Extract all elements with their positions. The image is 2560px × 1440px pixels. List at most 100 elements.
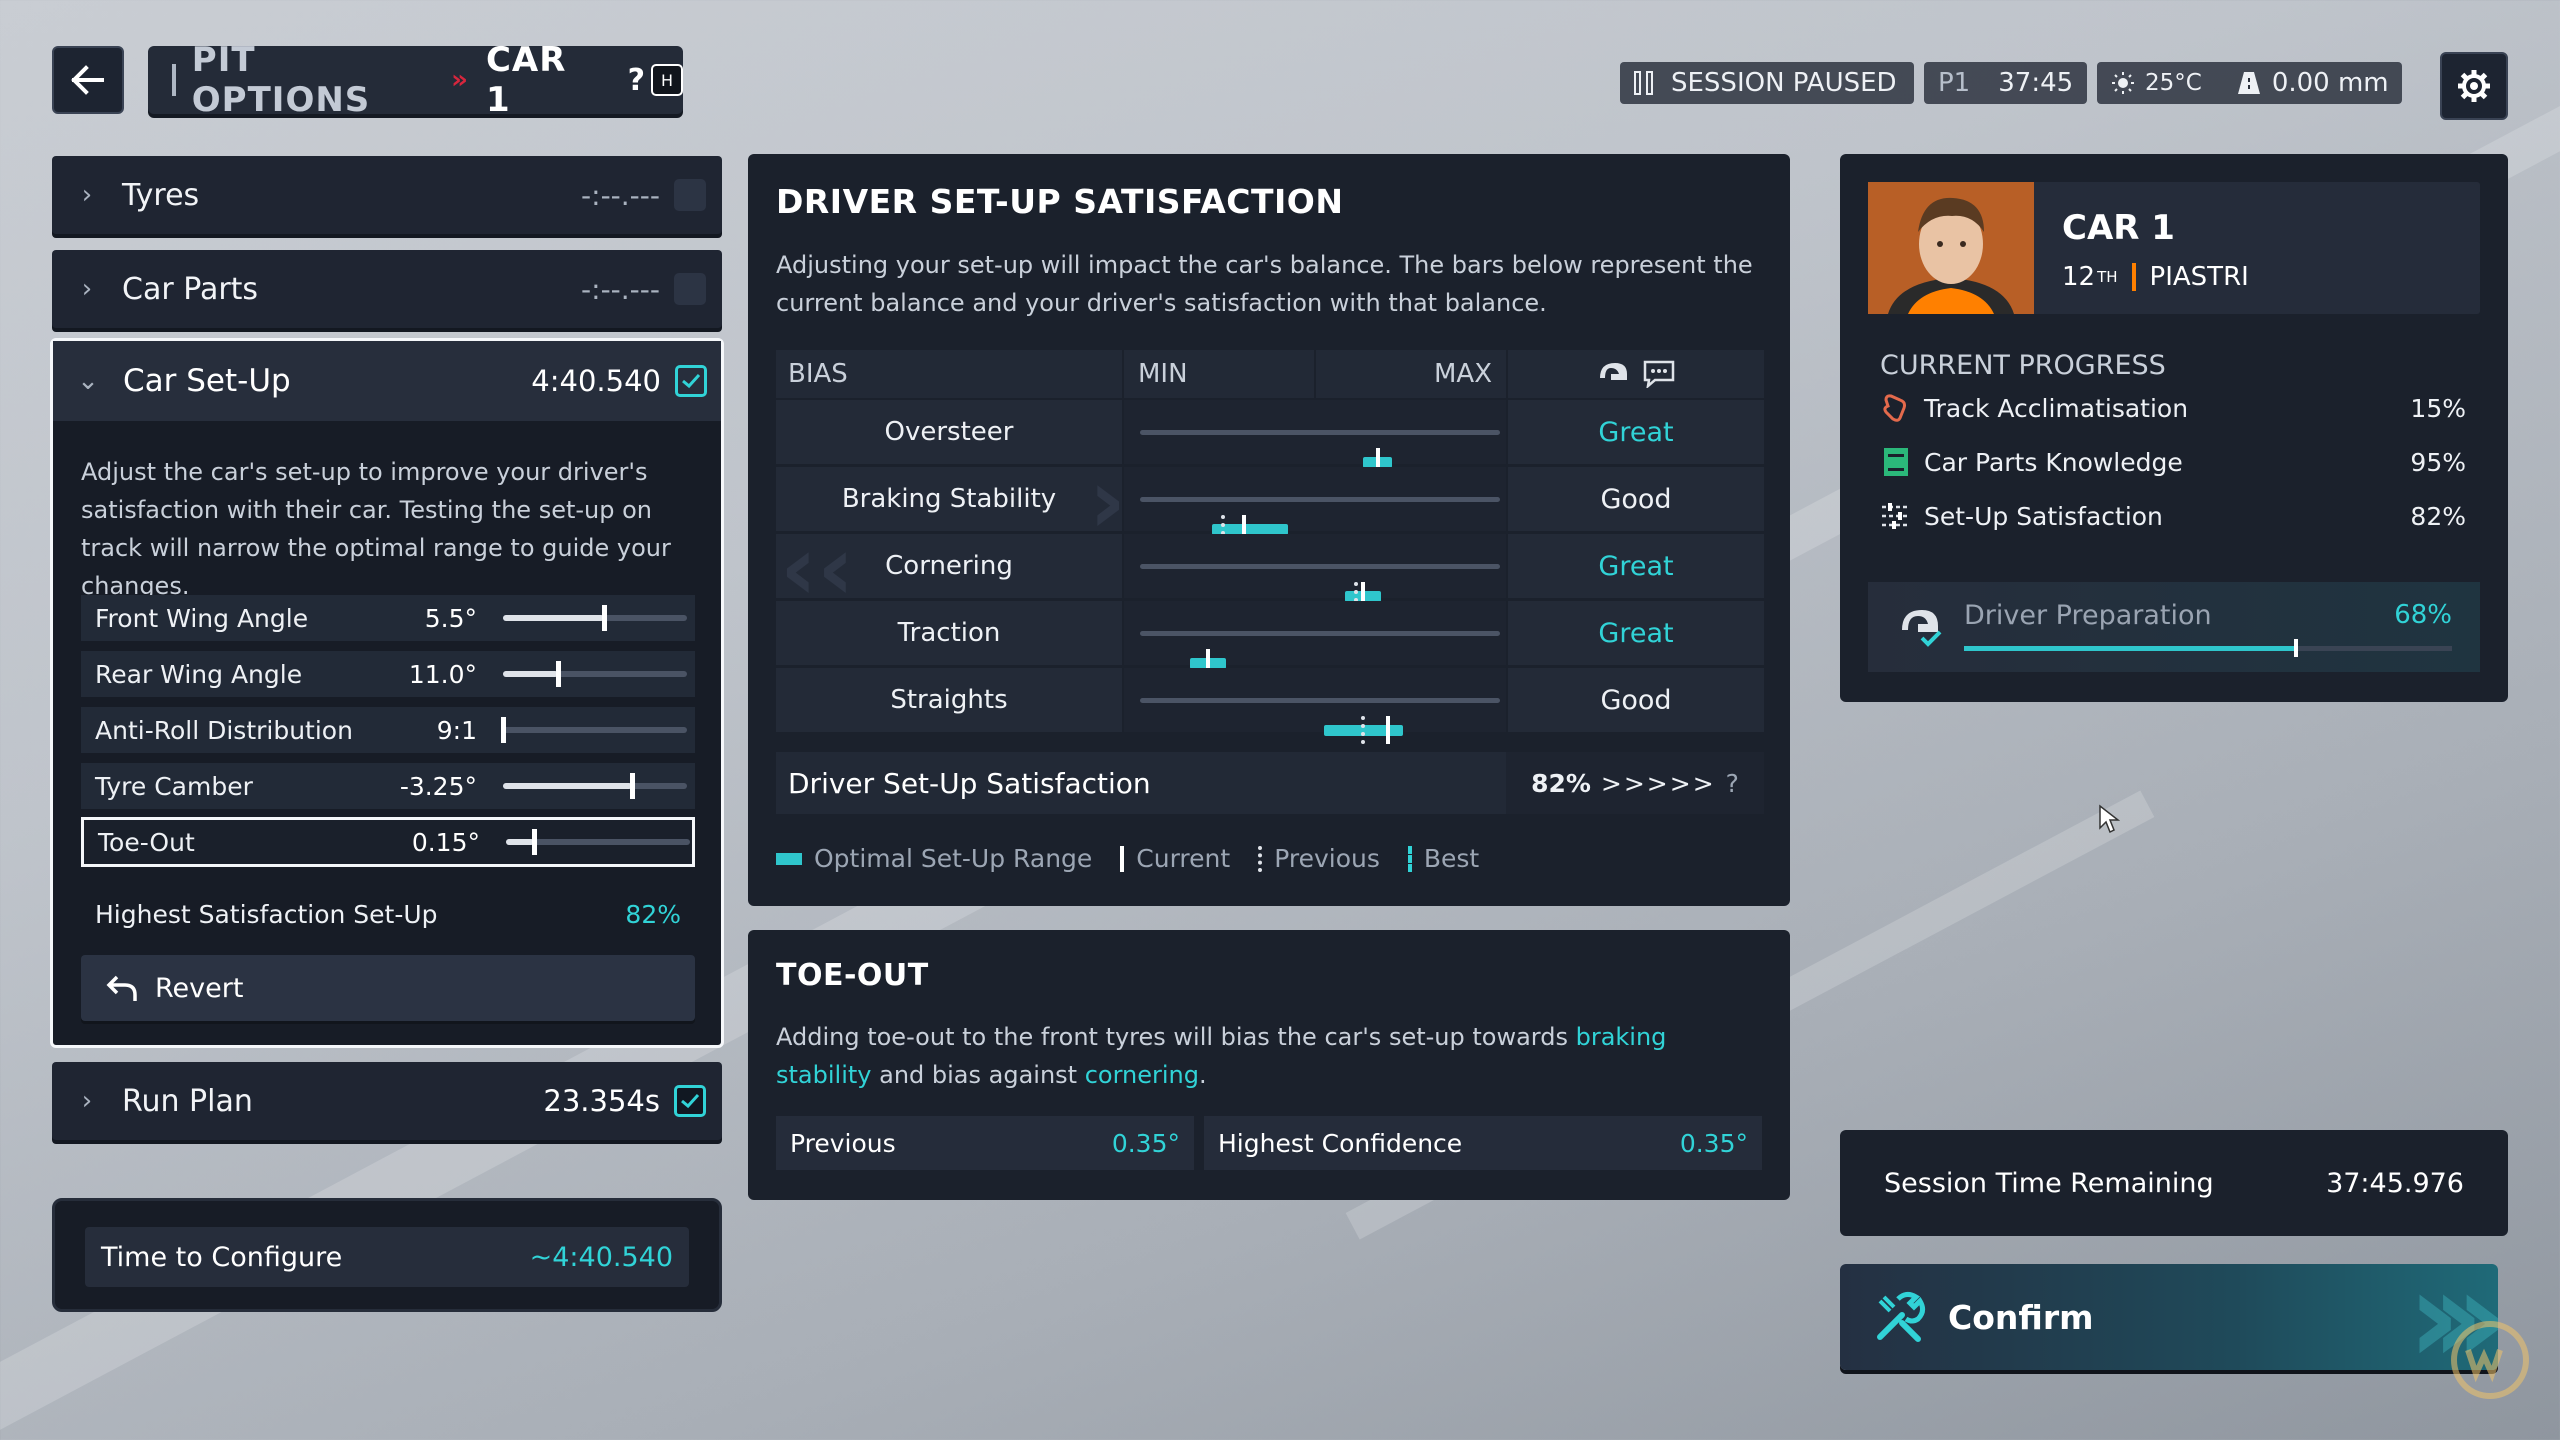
legend-current: Current	[1120, 844, 1230, 873]
tools-icon	[1877, 1291, 1926, 1342]
watermark-logo	[2440, 1320, 2550, 1400]
setup-row-value: 11.0°	[408, 659, 477, 689]
page-title-car: CAR 1	[485, 40, 567, 120]
satisfaction-description: Adjusting your set-up will impact the ca…	[776, 251, 1753, 317]
setup-slider[interactable]	[503, 605, 687, 631]
time-to-configure-panel: Time to Configure ~4:40.540	[52, 1198, 722, 1312]
setup-row-label: Rear Wing Angle	[95, 659, 303, 689]
revert-label: Revert	[155, 972, 244, 1004]
title-divider	[172, 64, 176, 96]
accordion-run-plan[interactable]: › Run Plan 23.354s	[52, 1062, 722, 1140]
driver-preparation-label: Driver Preparation	[1964, 600, 2212, 631]
chevron-down-icon: ⌄	[77, 366, 99, 396]
track-map-icon	[1883, 394, 1906, 422]
toe-previous-value: 0.35°	[1111, 1128, 1180, 1158]
helmet-check-icon	[1902, 610, 1942, 647]
checkmark-icon	[675, 365, 707, 397]
undo-icon	[106, 975, 137, 1001]
setup-slider[interactable]	[501, 717, 687, 743]
bias-row-braking-stability: ›Braking Stability Good	[776, 467, 1764, 543]
driver-preparation: Driver Preparation 68%	[1868, 582, 2480, 672]
progress-value: 15%	[2410, 393, 2466, 423]
slider-handle[interactable]	[501, 717, 506, 743]
car-parts-checkbox	[674, 273, 706, 305]
back-button[interactable]	[52, 46, 124, 114]
accordion-car-parts[interactable]: › Car Parts -:--.---	[52, 250, 722, 328]
arrow-left-icon	[71, 65, 104, 95]
setup-slider[interactable]	[503, 773, 687, 799]
driver-preparation-fill	[1964, 646, 2296, 651]
time-to-configure-value: ~4:40.540	[529, 1241, 673, 1273]
legend-best: Best	[1407, 844, 1479, 873]
column-bias: BIAS	[776, 350, 1122, 398]
accordion-tyres[interactable]: › Tyres -:--.---	[52, 156, 722, 234]
setup-row-value: 9:1	[436, 715, 477, 745]
accordion-car-parts-label: Car Parts	[122, 271, 259, 307]
driver-satisfaction-summary: Driver Set-Up Satisfaction 82% >>>>> ?	[776, 752, 1764, 814]
setup-slider[interactable]	[506, 829, 690, 855]
setup-row-toe-out[interactable]: Toe-Out 0.15°	[81, 817, 695, 867]
setup-row-label: Toe-Out	[98, 827, 195, 857]
setup-row-tyre-camber[interactable]: Tyre Camber -3.25°	[81, 763, 695, 809]
chevrons-right-icon: >>>>>	[1600, 768, 1716, 798]
chat-bubble-icon	[1643, 360, 1675, 388]
summary-value-group: 82% >>>>> ?	[1506, 752, 1764, 814]
revert-button[interactable]: Revert	[81, 955, 695, 1021]
tyres-checkbox	[674, 179, 706, 211]
accordion-car-setup[interactable]: ⌄ Car Set-Up 4:40.540	[53, 341, 721, 421]
highest-satisfaction-value: 82%	[625, 899, 681, 929]
setup-slider[interactable]	[503, 661, 687, 687]
setup-row-anti-roll[interactable]: Anti-Roll Distribution 9:1	[81, 707, 695, 753]
accordion-car-setup-time: 4:40.540	[531, 364, 661, 398]
bias-bar	[1124, 467, 1506, 543]
confirm-button[interactable]: Confirm ›››	[1840, 1264, 2498, 1370]
chevron-right-icon: ›	[81, 1086, 93, 1116]
session-time-value: 37:45.976	[2326, 1167, 2464, 1199]
driver-preparation-marker	[2293, 639, 2298, 657]
slider-handle[interactable]	[629, 773, 635, 799]
help-icon: ?	[627, 62, 645, 98]
rain-value: 0.00 mm	[2271, 68, 2389, 98]
session-status-label: SESSION PAUSED	[1671, 68, 1897, 98]
column-max: MAX	[1316, 350, 1506, 398]
bias-track	[1140, 698, 1500, 744]
setup-row-front-wing[interactable]: Front Wing Angle 5.5°	[81, 595, 695, 641]
setup-row-rear-wing[interactable]: Rear Wing Angle 11.0°	[81, 651, 695, 697]
bias-row-straights: Straights Good	[776, 668, 1764, 744]
toe-previous-label: Previous	[790, 1128, 896, 1158]
best-marker-swatch	[1407, 845, 1412, 872]
setup-row-value: 0.15°	[411, 827, 480, 857]
progress-row-track: Track Acclimatisation 15%	[1868, 382, 2480, 434]
session-time-label: Session Time Remaining	[1884, 1167, 2214, 1199]
slider-fill	[503, 671, 559, 677]
setup-row-label: Anti-Roll Distribution	[95, 715, 353, 745]
slider-handle[interactable]	[556, 661, 562, 687]
help-button[interactable]: ? H	[628, 63, 683, 98]
slider-fill	[506, 839, 534, 845]
bias-label: Straights	[776, 668, 1122, 732]
driver-card: CAR 1 12 TH PIASTRI	[1868, 182, 2480, 314]
help-icon[interactable]: ?	[1726, 769, 1739, 798]
time-to-configure-label: Time to Configure	[101, 1241, 343, 1273]
previous-marker	[1361, 716, 1366, 744]
driver-avatar	[1868, 182, 2034, 314]
accordion-tyres-time: -:--.---	[581, 178, 660, 212]
bar-legend: Optimal Set-Up Range Current Previous Be…	[776, 844, 1479, 873]
driver-preparation-value: 68%	[2394, 600, 2452, 630]
slider-handle[interactable]	[531, 829, 537, 855]
chevron-separator-icon: »	[451, 65, 468, 95]
accordion-run-plan-label: Run Plan	[122, 1083, 253, 1119]
toe-confidence-value: 0.35°	[1679, 1128, 1748, 1158]
bias-track	[1140, 631, 1500, 677]
settings-button[interactable]	[2440, 52, 2508, 120]
progress-label: Track Acclimatisation	[1924, 393, 2189, 423]
time-to-configure-row: Time to Configure ~4:40.540	[85, 1227, 689, 1287]
confirm-label: Confirm	[1948, 1297, 2094, 1337]
slider-handle[interactable]	[602, 605, 608, 631]
setup-row-label: Front Wing Angle	[95, 603, 309, 633]
bias-track	[1140, 564, 1500, 610]
session-status: SESSION PAUSED	[1620, 62, 1914, 104]
bias-track	[1140, 430, 1500, 476]
page-title: PIT OPTIONS » CAR 1 ? H	[148, 40, 683, 120]
progress-row-car-parts: Car Parts Knowledge 95%	[1868, 436, 2480, 488]
